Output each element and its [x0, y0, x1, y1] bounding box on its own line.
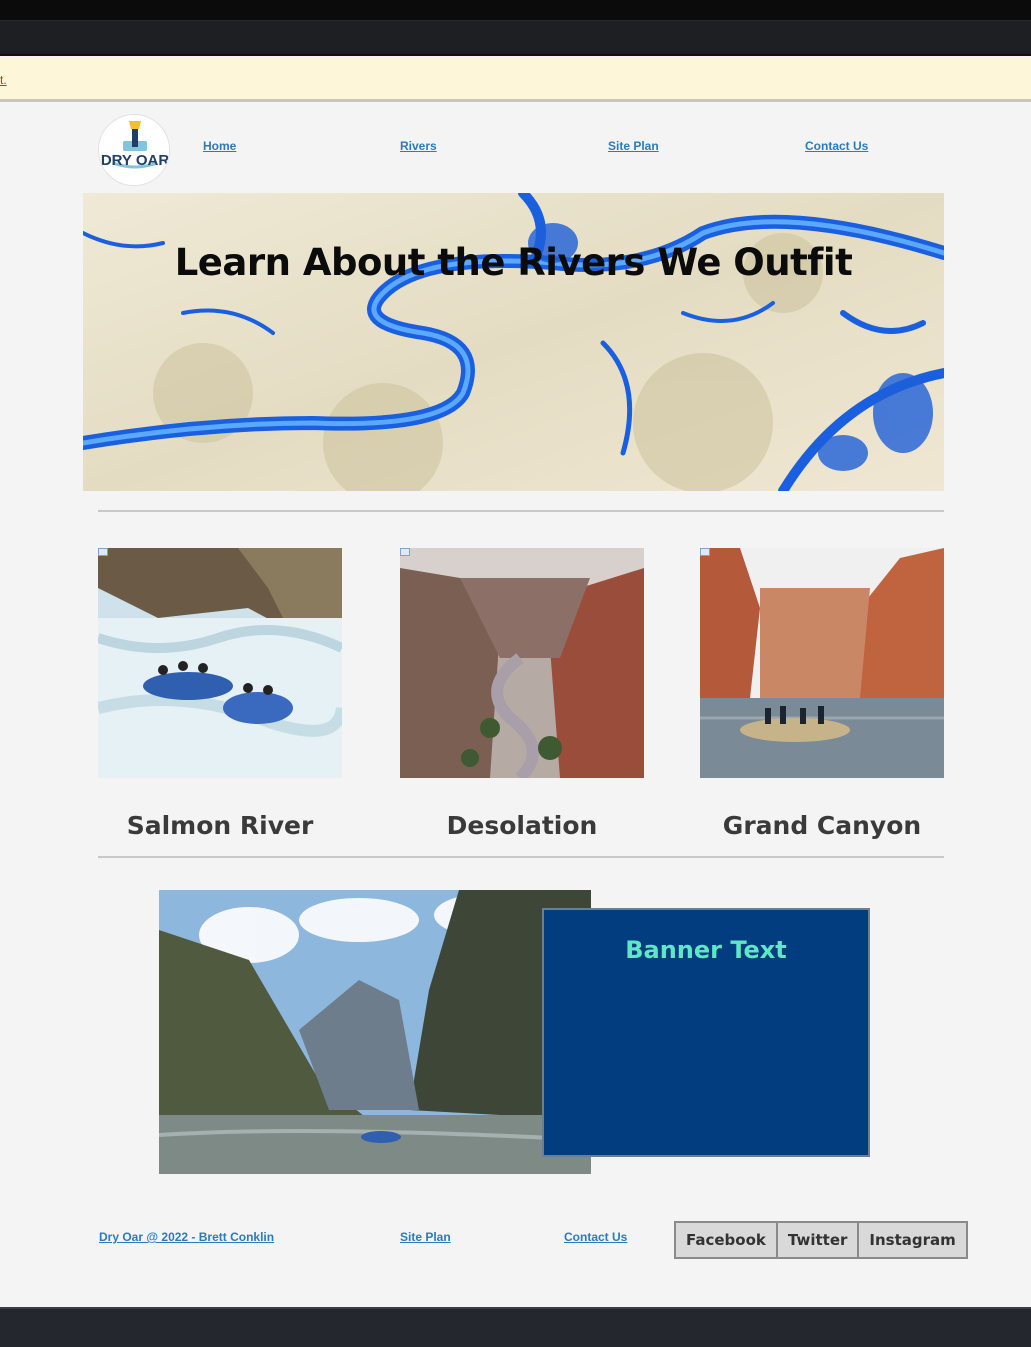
notice-bar: t.	[0, 57, 1031, 102]
instagram-button[interactable]: Instagram	[859, 1223, 966, 1257]
page: DRY OAR Home Rivers Site Plan Contact Us	[0, 104, 1031, 1307]
hero-banner: Learn About the Rivers We Outfit	[83, 193, 944, 491]
broken-image-icon	[700, 548, 710, 556]
rafting-photo	[98, 548, 342, 778]
nav-home-link[interactable]: Home	[203, 139, 236, 153]
browser-tab-bar	[0, 20, 1031, 56]
broken-image-icon	[400, 548, 410, 556]
logo-oar-icon: DRY OAR	[100, 116, 170, 185]
desolation-title: Desolation	[446, 811, 598, 840]
desolation-image[interactable]	[400, 548, 644, 778]
salmon-river-title: Salmon River	[126, 811, 314, 840]
hero-title: Learn About the Rivers We Outfit	[174, 241, 853, 284]
social-button-group: Facebook Twitter Instagram	[674, 1221, 968, 1259]
browser-top-bar	[0, 0, 1031, 20]
twitter-button[interactable]: Twitter	[777, 1223, 860, 1257]
footer-contact-link[interactable]: Contact Us	[564, 1230, 627, 1244]
grand-canyon-title: Grand Canyon	[722, 811, 922, 840]
footer-copyright-link[interactable]: Dry Oar @ 2022 - Brett Conklin	[99, 1230, 274, 1244]
feature-river-image	[159, 890, 591, 1174]
divider-top	[98, 510, 944, 512]
banner-box: Banner Text	[542, 908, 870, 1157]
svg-text:DRY OAR: DRY OAR	[101, 152, 170, 169]
browser-bottom-bar	[0, 1307, 1031, 1347]
nav-rivers-link[interactable]: Rivers	[400, 139, 437, 153]
canyon-photo	[400, 548, 644, 778]
logo[interactable]: DRY OAR	[98, 114, 170, 186]
grand-canyon-image[interactable]	[700, 548, 944, 778]
river-map-image	[83, 193, 944, 491]
salmon-river-image[interactable]	[98, 548, 342, 778]
facebook-button[interactable]: Facebook	[676, 1223, 778, 1257]
nav-site-plan-link[interactable]: Site Plan	[608, 139, 659, 153]
banner-title: Banner Text	[625, 936, 787, 964]
broken-image-icon	[98, 548, 108, 556]
nav-contact-link[interactable]: Contact Us	[805, 139, 868, 153]
mountain-river-photo	[159, 890, 591, 1174]
boat-canyon-photo	[700, 548, 944, 778]
footer-site-plan-link[interactable]: Site Plan	[400, 1230, 451, 1244]
notice-link[interactable]: t.	[0, 73, 7, 87]
divider-middle	[98, 856, 944, 858]
